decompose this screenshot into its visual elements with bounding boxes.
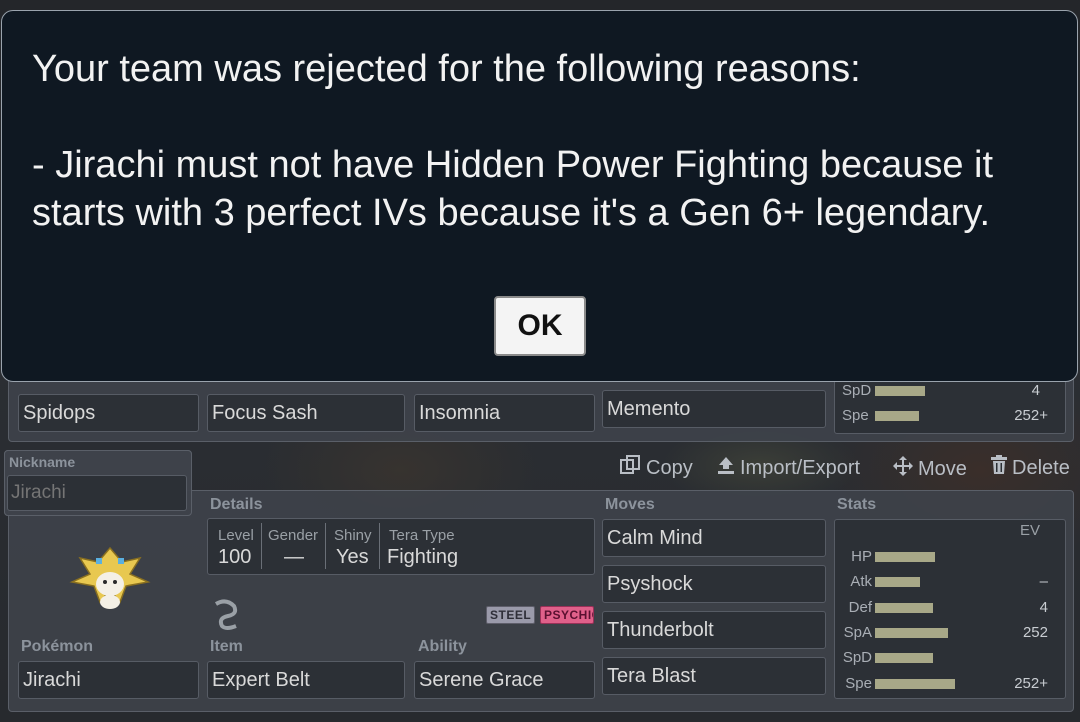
stats-label: Stats bbox=[837, 496, 877, 513]
prev-stat-bar-spe bbox=[875, 411, 919, 421]
move-field-2[interactable]: Psyshock bbox=[602, 565, 826, 603]
stat-label-spa: SpA bbox=[843, 623, 872, 641]
stat-label-hp: HP bbox=[851, 548, 872, 565]
prev-pokemon-field[interactable]: Spidops bbox=[18, 394, 199, 432]
prev-stat-label-spe: Spe bbox=[842, 407, 869, 424]
gender-value: — bbox=[284, 546, 304, 568]
pokemon-label: Pokémon bbox=[21, 638, 94, 655]
prev-item-field[interactable]: Focus Sash bbox=[207, 394, 405, 432]
prev-ability-field[interactable]: Insomnia bbox=[414, 394, 595, 432]
delete-button[interactable]: Delete bbox=[990, 455, 1070, 481]
dialog-message: Your team was rejected for the following… bbox=[32, 48, 994, 234]
move-field-4[interactable]: Tera Blast bbox=[602, 657, 826, 695]
move-arrows-icon bbox=[892, 455, 914, 483]
stat-label-def: Def bbox=[848, 598, 872, 616]
import-export-button[interactable]: Import/Export bbox=[716, 455, 860, 481]
upload-icon bbox=[716, 455, 736, 481]
prev-move-field[interactable]: Memento bbox=[602, 390, 826, 428]
nickname-label-top: Nickname bbox=[9, 454, 76, 470]
copy-icon bbox=[620, 455, 642, 481]
jirachi-sprite bbox=[62, 542, 158, 619]
details-divider-2 bbox=[325, 523, 326, 569]
prev-stat-bar-spd bbox=[875, 386, 925, 396]
pokemon-field[interactable]: Jirachi bbox=[18, 661, 199, 699]
item-icon bbox=[208, 596, 244, 637]
type-badge-psychic: PSYCHIC bbox=[540, 606, 594, 624]
details-divider-1 bbox=[261, 523, 262, 569]
item-label: Item bbox=[210, 638, 243, 655]
level-value: 100 bbox=[218, 546, 252, 568]
stat-ev-atk: – bbox=[1039, 573, 1048, 591]
stat-bar-def bbox=[875, 602, 933, 613]
ability-label: Ability bbox=[418, 638, 467, 655]
trash-icon bbox=[990, 455, 1008, 481]
item-field[interactable]: Expert Belt bbox=[207, 661, 405, 699]
shiny-value: Yes bbox=[336, 546, 369, 568]
move-button[interactable]: Move bbox=[892, 455, 967, 483]
ev-header: EV bbox=[1020, 522, 1041, 539]
ability-field[interactable]: Serene Grace bbox=[414, 661, 595, 699]
stat-bar-spd bbox=[875, 653, 933, 664]
details-label: Details bbox=[210, 496, 263, 513]
delete-label: Delete bbox=[1012, 456, 1070, 479]
stat-bar-atk bbox=[875, 577, 920, 588]
stat-label-spe: Spe bbox=[845, 674, 872, 692]
level-label: Level bbox=[218, 527, 254, 544]
shiny-label: Shiny bbox=[334, 527, 372, 544]
gender-label: Gender bbox=[268, 527, 319, 544]
stat-ev-def: 4 bbox=[1039, 598, 1048, 616]
import-export-label: Import/Export bbox=[740, 456, 861, 479]
stat-bar-spe bbox=[875, 678, 955, 689]
tera-value: Fighting bbox=[387, 546, 459, 568]
stat-label-spd: SpD bbox=[842, 649, 872, 667]
type-badge-steel: STEEL bbox=[486, 606, 536, 624]
nickname-input-top[interactable] bbox=[7, 475, 187, 511]
move-field-3[interactable]: Thunderbolt bbox=[602, 611, 826, 649]
ok-button[interactable]: OK bbox=[494, 296, 586, 356]
tera-label: Tera Type bbox=[389, 527, 455, 544]
prev-stat-ev-spe: 252+ bbox=[1014, 407, 1048, 424]
move-label: Move bbox=[918, 457, 967, 480]
move-field-1[interactable]: Calm Mind bbox=[602, 519, 826, 557]
stat-label-atk: Atk bbox=[850, 573, 872, 591]
stat-bar-spa bbox=[875, 627, 948, 638]
stat-ev-spe: 252+ bbox=[1014, 674, 1048, 692]
prev-stat-label-spd: SpD bbox=[842, 382, 872, 399]
copy-button[interactable]: Copy bbox=[620, 455, 693, 481]
stat-bar-hp bbox=[875, 552, 935, 562]
moves-label: Moves bbox=[605, 496, 655, 513]
stat-ev-spa: 252 bbox=[1022, 623, 1048, 641]
copy-label: Copy bbox=[646, 456, 693, 479]
details-divider-3 bbox=[379, 523, 380, 569]
prev-stat-ev-spd: 4 bbox=[1031, 382, 1040, 399]
